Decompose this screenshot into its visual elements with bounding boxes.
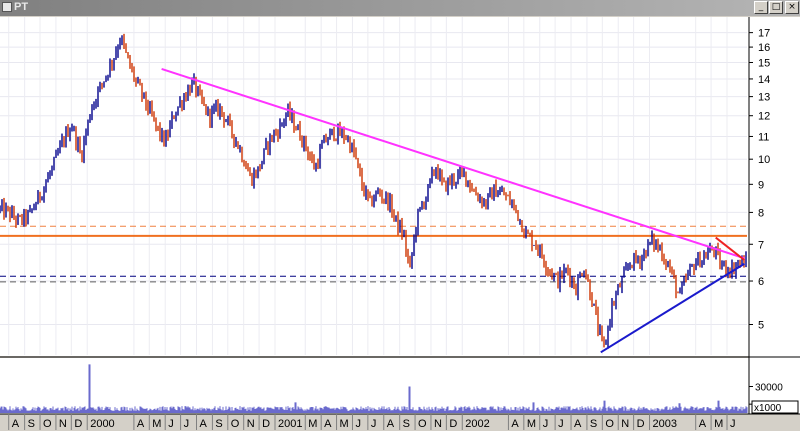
price-tick-label: 10 bbox=[758, 154, 770, 166]
volume-tick-label: 30000 bbox=[755, 383, 783, 394]
time-tick-label: N bbox=[247, 418, 255, 430]
time-tick-label: O bbox=[605, 418, 614, 430]
price-volume-chart: 171615141312111098765 3000010000x1000 AS… bbox=[0, 17, 800, 431]
time-tick-label: J bbox=[168, 418, 174, 430]
time-tick-label: S bbox=[403, 418, 410, 430]
time-tick-label: J bbox=[184, 418, 190, 430]
time-tick-label: 2003 bbox=[653, 418, 677, 430]
price-tick-label: 7 bbox=[758, 239, 764, 251]
time-tick-label: M bbox=[308, 418, 317, 430]
title-bar[interactable]: PT _ □ × bbox=[0, 0, 800, 16]
price-tick-label: 12 bbox=[758, 111, 770, 123]
time-tick-label: O bbox=[418, 418, 427, 430]
time-tick-label: O bbox=[231, 418, 240, 430]
time-tick-label: A bbox=[387, 418, 395, 430]
time-tick-label: J bbox=[730, 418, 736, 430]
time-tick-label: O bbox=[43, 418, 52, 430]
minimize-button[interactable]: _ bbox=[754, 1, 768, 14]
window-title: PT bbox=[14, 1, 29, 13]
time-tick-label: M bbox=[527, 418, 536, 430]
price-tick-label: 11 bbox=[758, 131, 769, 143]
time-tick-label: A bbox=[324, 418, 332, 430]
time-tick-label: J bbox=[543, 418, 549, 430]
volume-panel bbox=[0, 358, 749, 414]
time-tick-label: 2000 bbox=[90, 418, 114, 430]
price-tick-label: 6 bbox=[758, 276, 764, 288]
time-tick-label: D bbox=[637, 418, 645, 430]
window-icon bbox=[2, 2, 12, 12]
price-tick-label: 16 bbox=[758, 42, 770, 54]
time-tick-label: A bbox=[12, 418, 20, 430]
price-tick-label: 8 bbox=[758, 207, 764, 219]
time-tick-label: N bbox=[59, 418, 67, 430]
price-tick-label: 9 bbox=[758, 179, 764, 191]
time-tick-label: D bbox=[74, 418, 82, 430]
time-tick-label: J bbox=[371, 418, 377, 430]
price-tick-label: 15 bbox=[758, 57, 770, 69]
price-tick-label: 5 bbox=[758, 320, 764, 332]
price-tick-label: 17 bbox=[758, 28, 770, 40]
close-button[interactable]: × bbox=[785, 1, 799, 14]
time-tick-label: M bbox=[152, 418, 161, 430]
price-tick-label: 14 bbox=[758, 74, 770, 86]
maximize-button[interactable]: □ bbox=[769, 1, 783, 14]
price-tick-label: 13 bbox=[758, 92, 770, 104]
time-tick-label: S bbox=[28, 418, 35, 430]
time-tick-label: M bbox=[340, 418, 349, 430]
time-tick-label: A bbox=[699, 418, 707, 430]
time-tick-label: S bbox=[590, 418, 597, 430]
chart-window: PT _ □ × 171615141312111098765 300001000… bbox=[0, 0, 800, 431]
time-tick-label: S bbox=[215, 418, 222, 430]
time-tick-label: N bbox=[434, 418, 442, 430]
price-axis-panel bbox=[749, 17, 800, 414]
time-tick-label: N bbox=[621, 418, 629, 430]
time-tick-label: J bbox=[355, 418, 361, 430]
time-tick-label: A bbox=[574, 418, 582, 430]
time-tick-label: A bbox=[199, 418, 207, 430]
time-tick-label: 2001 bbox=[278, 418, 302, 430]
time-tick-label: 2002 bbox=[465, 418, 489, 430]
time-tick-label: D bbox=[262, 418, 270, 430]
time-tick-label: J bbox=[558, 418, 564, 430]
time-tick-label: M bbox=[714, 418, 723, 430]
time-tick-label: A bbox=[137, 418, 145, 430]
time-tick-label: D bbox=[449, 418, 457, 430]
time-tick-label: A bbox=[511, 418, 519, 430]
volume-unit-label: x1000 bbox=[754, 403, 782, 414]
